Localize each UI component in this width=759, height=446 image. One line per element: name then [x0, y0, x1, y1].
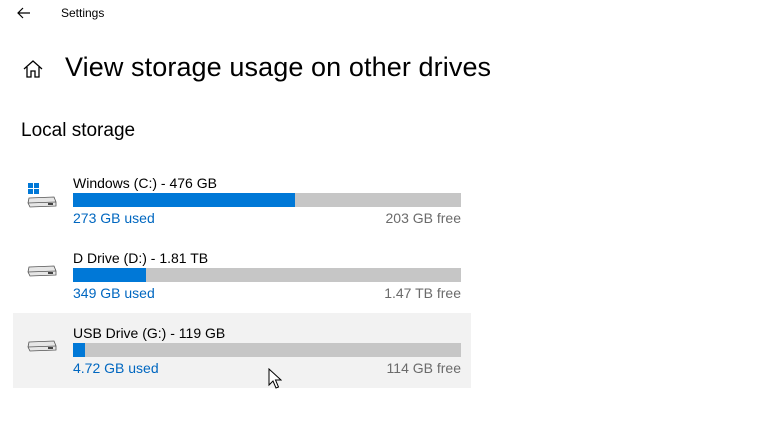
free-text: 203 GB free — [385, 210, 462, 226]
windows-drive-icon — [27, 183, 57, 208]
page-title: View storage usage on other drives — [65, 52, 492, 82]
drive-row-c[interactable]: Windows (C:) - 476 GB 273 GB used 203 GB… — [13, 163, 471, 238]
used-text[interactable]: 273 GB used — [73, 210, 155, 226]
mouse-cursor-icon — [268, 368, 282, 389]
used-text[interactable]: 4.72 GB used — [73, 360, 159, 376]
drive-icon — [27, 340, 57, 352]
drive-name: Windows (C:) - 476 GB — [73, 175, 217, 191]
drive-name: USB Drive (G:) - 119 GB — [73, 325, 226, 341]
title-bar: Settings — [0, 0, 759, 28]
arrow-left-icon — [17, 7, 30, 19]
used-text[interactable]: 349 GB used — [73, 285, 155, 301]
free-text: 1.47 TB free — [384, 285, 461, 301]
back-button[interactable] — [12, 2, 36, 24]
home-icon[interactable] — [22, 58, 44, 80]
free-text: 114 GB free — [386, 360, 461, 376]
usage-bar — [73, 268, 461, 282]
drive-row-g[interactable]: USB Drive (G:) - 119 GB 4.72 GB used 114… — [13, 313, 471, 388]
drive-icon — [27, 265, 57, 277]
drive-row-d[interactable]: D Drive (D:) - 1.81 TB 349 GB used 1.47 … — [13, 238, 471, 313]
usage-bar-fill — [73, 343, 85, 357]
usage-bar-fill — [73, 193, 296, 207]
usage-bar — [73, 193, 461, 207]
usage-bar — [73, 343, 461, 357]
app-title: Settings — [61, 6, 105, 20]
usage-bar-fill — [73, 268, 146, 282]
section-heading: Local storage — [21, 120, 136, 141]
drive-name: D Drive (D:) - 1.81 TB — [73, 250, 209, 266]
